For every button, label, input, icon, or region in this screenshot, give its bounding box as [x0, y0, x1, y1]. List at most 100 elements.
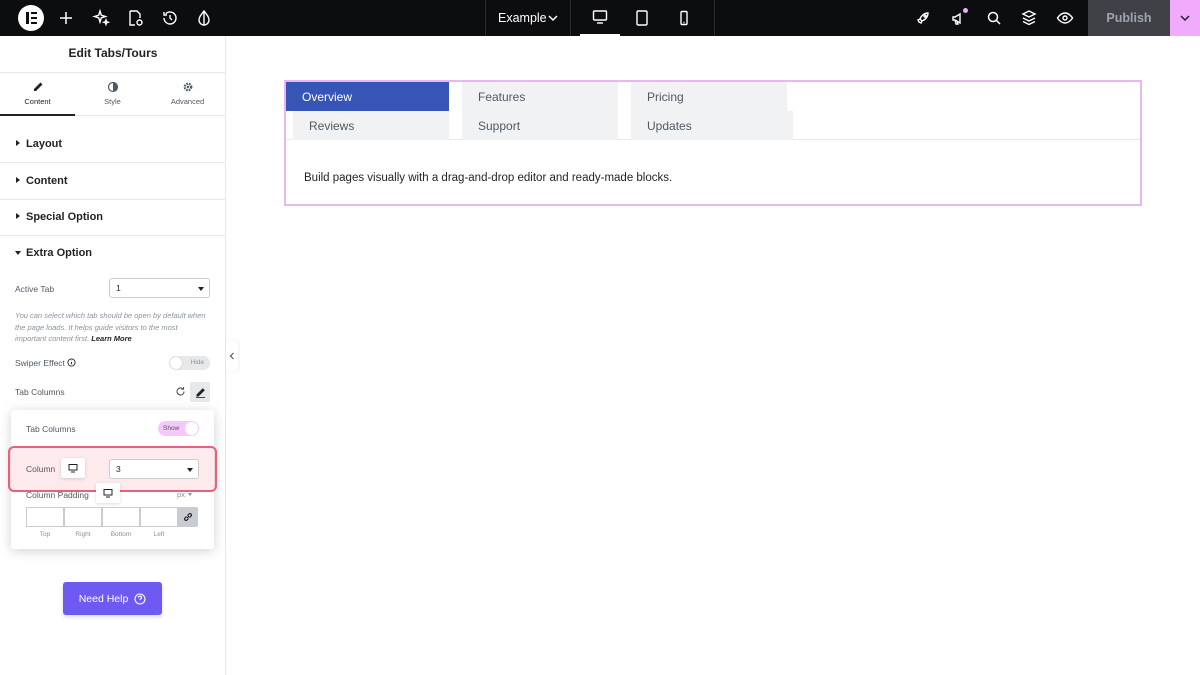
page-settings-icon[interactable] — [125, 8, 145, 28]
section-label: Extra Option — [26, 247, 93, 259]
section-content[interactable]: Content — [0, 164, 226, 200]
panel-tabs: Content Style Advanced — [0, 72, 226, 116]
section-label: Layout — [26, 138, 63, 150]
toggle-knob — [170, 357, 182, 369]
unit-select[interactable]: px — [177, 490, 192, 499]
chevron-down-icon[interactable] — [546, 11, 560, 25]
toggle-label: Show — [163, 425, 180, 432]
column-label: Column — [26, 464, 56, 474]
popover-tab-columns-label: Tab Columns — [26, 424, 76, 434]
reset-icon[interactable] — [175, 386, 186, 397]
publish-options-button[interactable] — [1170, 0, 1200, 36]
section-layout[interactable]: Layout — [0, 127, 226, 163]
need-help-label: Need Help — [78, 592, 129, 605]
link-values-button[interactable] — [178, 507, 198, 527]
ai-sparkle-icon[interactable] — [91, 8, 111, 28]
publish-button[interactable]: Publish — [1088, 0, 1170, 36]
add-icon[interactable] — [56, 8, 76, 28]
padding-caption-bottom: Bottom — [110, 531, 132, 538]
section-special-option[interactable]: Special Option — [0, 200, 226, 236]
history-icon[interactable] — [160, 8, 180, 28]
padding-top-input[interactable] — [26, 507, 64, 527]
panel-collapse-handle[interactable] — [226, 340, 238, 372]
panel-title: Edit Tabs/Tours — [68, 46, 158, 60]
link-icon — [184, 513, 192, 521]
desktop-icon — [68, 464, 78, 473]
preview-icon[interactable] — [1055, 8, 1075, 28]
tab-label: Pricing — [647, 90, 684, 104]
need-help-button[interactable]: Need Help — [63, 582, 162, 615]
elementor-logo-icon[interactable] — [18, 5, 44, 31]
chevron-down-icon — [1180, 15, 1190, 22]
padding-caption-top: Top — [39, 531, 51, 538]
responsive-desktop-button[interactable] — [96, 483, 120, 503]
divider — [714, 0, 715, 36]
active-tab-label: Active Tab — [15, 284, 55, 294]
section-label: Special Option — [26, 211, 104, 223]
tabs-widget[interactable]: Overview Features Pricing Reviews Suppor… — [284, 80, 1142, 206]
swiper-effect-label: Swiper Effect — [15, 358, 76, 368]
tab-label: Reviews — [309, 119, 355, 133]
desktop-icon[interactable] — [580, 0, 620, 36]
tab-advanced[interactable]: Advanced — [150, 73, 225, 116]
toggle-label: Hide — [190, 359, 204, 366]
tab-overview[interactable]: Overview — [286, 82, 449, 111]
toggle-knob — [185, 422, 198, 435]
tab-columns-toggle[interactable]: Show — [158, 421, 199, 436]
section-extra-option[interactable]: Extra Option — [0, 236, 226, 272]
info-icon[interactable] — [67, 358, 76, 367]
gear-icon — [183, 82, 192, 92]
tab-label: Features — [478, 90, 526, 104]
divider — [485, 0, 486, 36]
responsive-desktop-button[interactable] — [61, 458, 85, 478]
padding-right-input[interactable] — [64, 507, 102, 527]
padding-bottom-input[interactable] — [102, 507, 140, 527]
tab-label: Content — [24, 97, 51, 106]
swiper-effect-text: Swiper Effect — [15, 358, 65, 368]
tab-features[interactable]: Features — [462, 82, 618, 111]
tab-content[interactable]: Content — [0, 73, 75, 116]
tab-columns-label: Tab Columns — [15, 387, 65, 397]
caret-down-icon — [198, 287, 204, 291]
site-settings-icon[interactable] — [194, 8, 214, 28]
notification-dot — [963, 8, 968, 13]
tab-content-text: Build pages visually with a drag-and-dro… — [304, 172, 673, 184]
column-select[interactable]: 3 — [109, 459, 199, 479]
site-name[interactable]: Example — [498, 11, 547, 25]
select-value: 3 — [116, 464, 121, 474]
learn-more-link[interactable]: Learn More — [91, 334, 131, 343]
tab-support[interactable]: Support — [462, 111, 618, 140]
edit-popover-button[interactable] — [190, 382, 210, 402]
padding-left-input[interactable] — [140, 507, 178, 527]
search-icon[interactable] — [984, 8, 1004, 28]
tab-pricing[interactable]: Pricing — [631, 82, 787, 111]
top-bar: Example Publish — [0, 0, 1200, 36]
tab-style[interactable]: Style — [75, 73, 150, 116]
tab-label: Updates — [647, 119, 692, 133]
select-value: 1 — [116, 283, 121, 293]
tab-label: Overview — [302, 90, 353, 104]
structure-icon[interactable] — [1019, 8, 1039, 28]
tablet-icon[interactable] — [622, 0, 662, 36]
padding-caption-left: Left — [153, 531, 165, 538]
desktop-icon — [103, 489, 113, 498]
half-circle-icon — [107, 81, 118, 93]
chevron-left-icon — [229, 352, 234, 360]
tab-updates[interactable]: Updates — [631, 111, 793, 140]
mobile-icon[interactable] — [664, 0, 704, 36]
caret-right-icon — [16, 177, 20, 183]
unit-value: px — [177, 490, 185, 499]
caret-down-icon — [187, 493, 192, 496]
swiper-effect-toggle[interactable]: Hide — [169, 356, 210, 370]
section-label: Content — [26, 175, 68, 187]
divider — [570, 0, 571, 36]
tab-label: Style — [104, 97, 121, 106]
caret-down-icon — [15, 251, 21, 255]
active-tab-select[interactable]: 1 — [109, 278, 210, 298]
tab-reviews[interactable]: Reviews — [293, 111, 449, 140]
padding-caption-right: Right — [75, 531, 91, 538]
caret-down-icon — [187, 468, 193, 472]
rocket-icon[interactable] — [913, 8, 933, 28]
pencil-icon — [195, 387, 205, 398]
question-icon — [134, 592, 146, 605]
